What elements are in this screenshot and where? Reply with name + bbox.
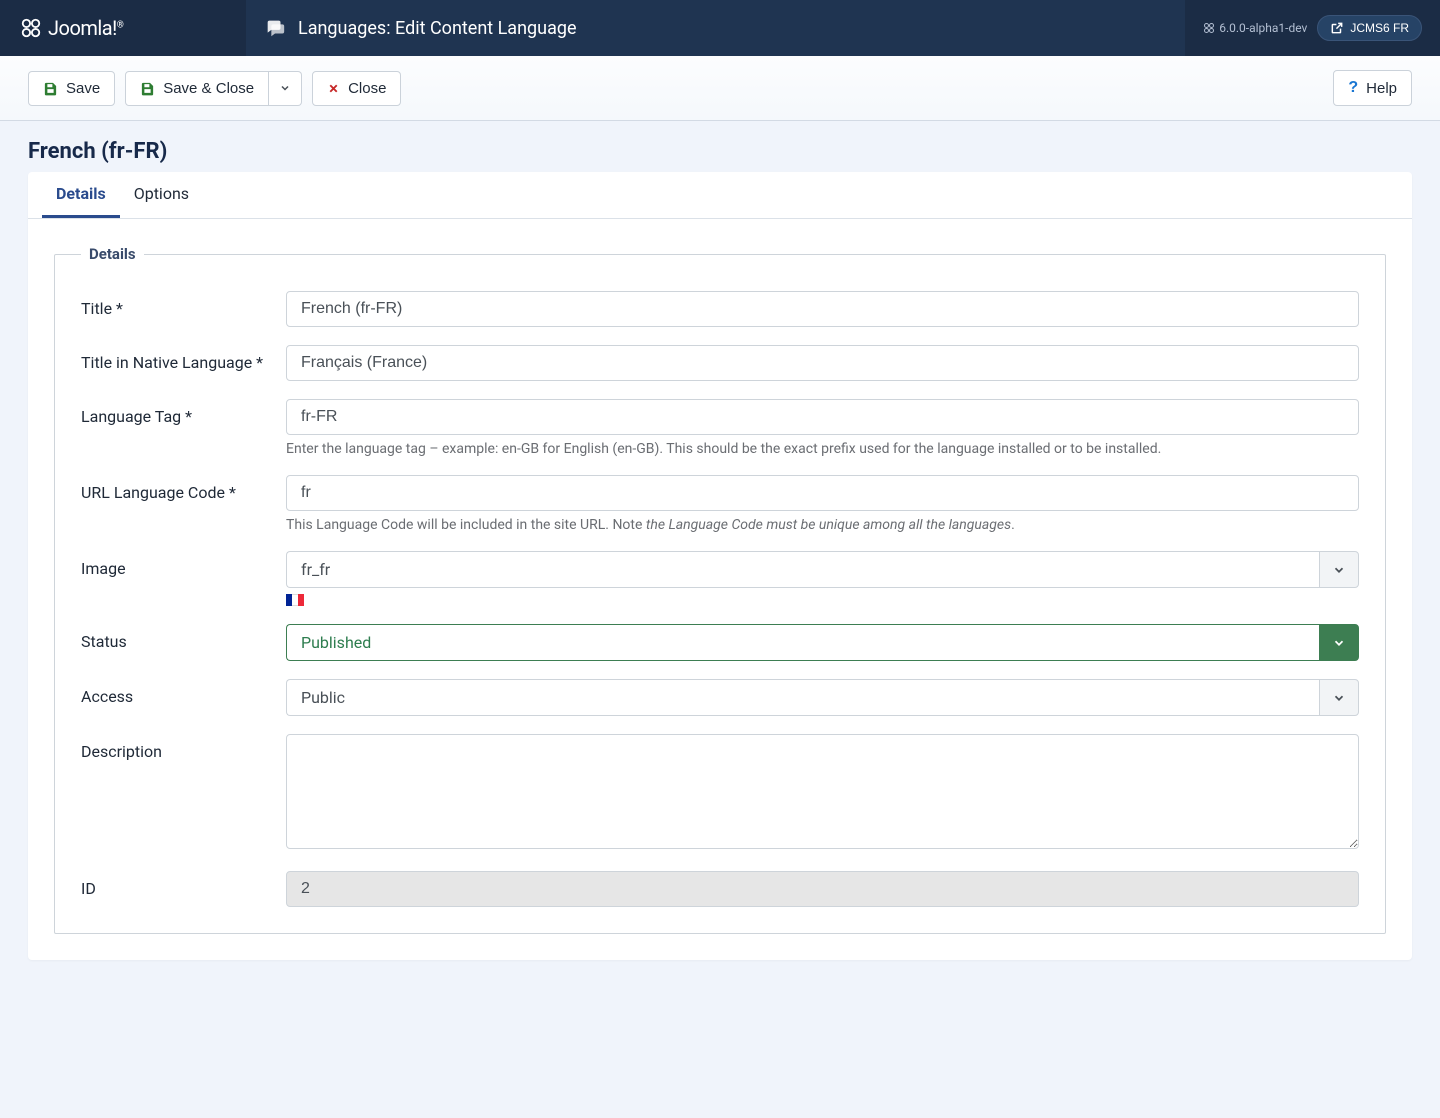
access-select[interactable]: Public [286, 679, 1359, 716]
language-tag-input[interactable] [286, 399, 1359, 435]
help-button[interactable]: ? Help [1333, 70, 1412, 106]
fieldset-legend: Details [81, 245, 144, 263]
external-link-icon [1330, 21, 1344, 35]
close-button[interactable]: Close [312, 71, 401, 106]
flag-france-icon [286, 594, 304, 606]
native-title-label: Title in Native Language * [81, 345, 286, 372]
save-close-button[interactable]: Save & Close [125, 71, 269, 106]
version-badge[interactable]: 6.0.0-alpha1-dev [1203, 21, 1307, 35]
title-input[interactable] [286, 291, 1359, 327]
tab-options[interactable]: Options [120, 172, 203, 218]
details-fieldset: Details Title * Title in Native Language… [54, 245, 1386, 934]
description-label: Description [81, 734, 286, 761]
brand-text: Joomla!® [48, 16, 123, 40]
tab-details[interactable]: Details [42, 172, 120, 218]
url-code-input[interactable] [286, 475, 1359, 511]
chevron-down-icon [279, 82, 291, 94]
page-header-title: Languages: Edit Content Language [298, 18, 577, 39]
topbar-title-area: Languages: Edit Content Language [246, 0, 1185, 56]
comments-icon [264, 17, 286, 39]
chevron-down-icon [1319, 624, 1359, 661]
id-label: ID [81, 871, 286, 898]
status-select[interactable]: Published [286, 624, 1359, 661]
close-icon [327, 82, 340, 95]
save-dropdown-toggle[interactable] [269, 71, 302, 106]
title-label: Title * [81, 291, 286, 318]
joomla-mini-icon [1203, 22, 1215, 34]
id-input [286, 871, 1359, 907]
topbar-brand[interactable]: Joomla!® [0, 16, 246, 40]
save-icon [43, 81, 58, 96]
topbar: Joomla!® Languages: Edit Content Languag… [0, 0, 1440, 56]
language-tag-label: Language Tag * [81, 399, 286, 426]
image-label: Image [81, 551, 286, 578]
action-toolbar: Save Save & Close Close ? Help [0, 56, 1440, 121]
status-label: Status [81, 624, 286, 651]
help-icon: ? [1348, 79, 1358, 97]
language-tag-help: Enter the language tag – example: en-GB … [286, 441, 1359, 457]
tabs: Details Options [28, 172, 1412, 219]
url-code-help: This Language Code will be included in t… [286, 517, 1359, 533]
access-label: Access [81, 679, 286, 706]
save-icon [140, 81, 155, 96]
native-title-input[interactable] [286, 345, 1359, 381]
chevron-down-icon [1319, 551, 1359, 588]
chevron-down-icon [1319, 679, 1359, 716]
page-title: French (fr-FR) [28, 121, 1412, 172]
description-textarea[interactable] [286, 734, 1359, 849]
save-button[interactable]: Save [28, 71, 115, 106]
site-preview-button[interactable]: JCMS6 FR [1317, 15, 1422, 41]
image-select[interactable]: fr_fr [286, 551, 1359, 588]
url-code-label: URL Language Code * [81, 475, 286, 502]
joomla-logo-icon [20, 17, 42, 39]
